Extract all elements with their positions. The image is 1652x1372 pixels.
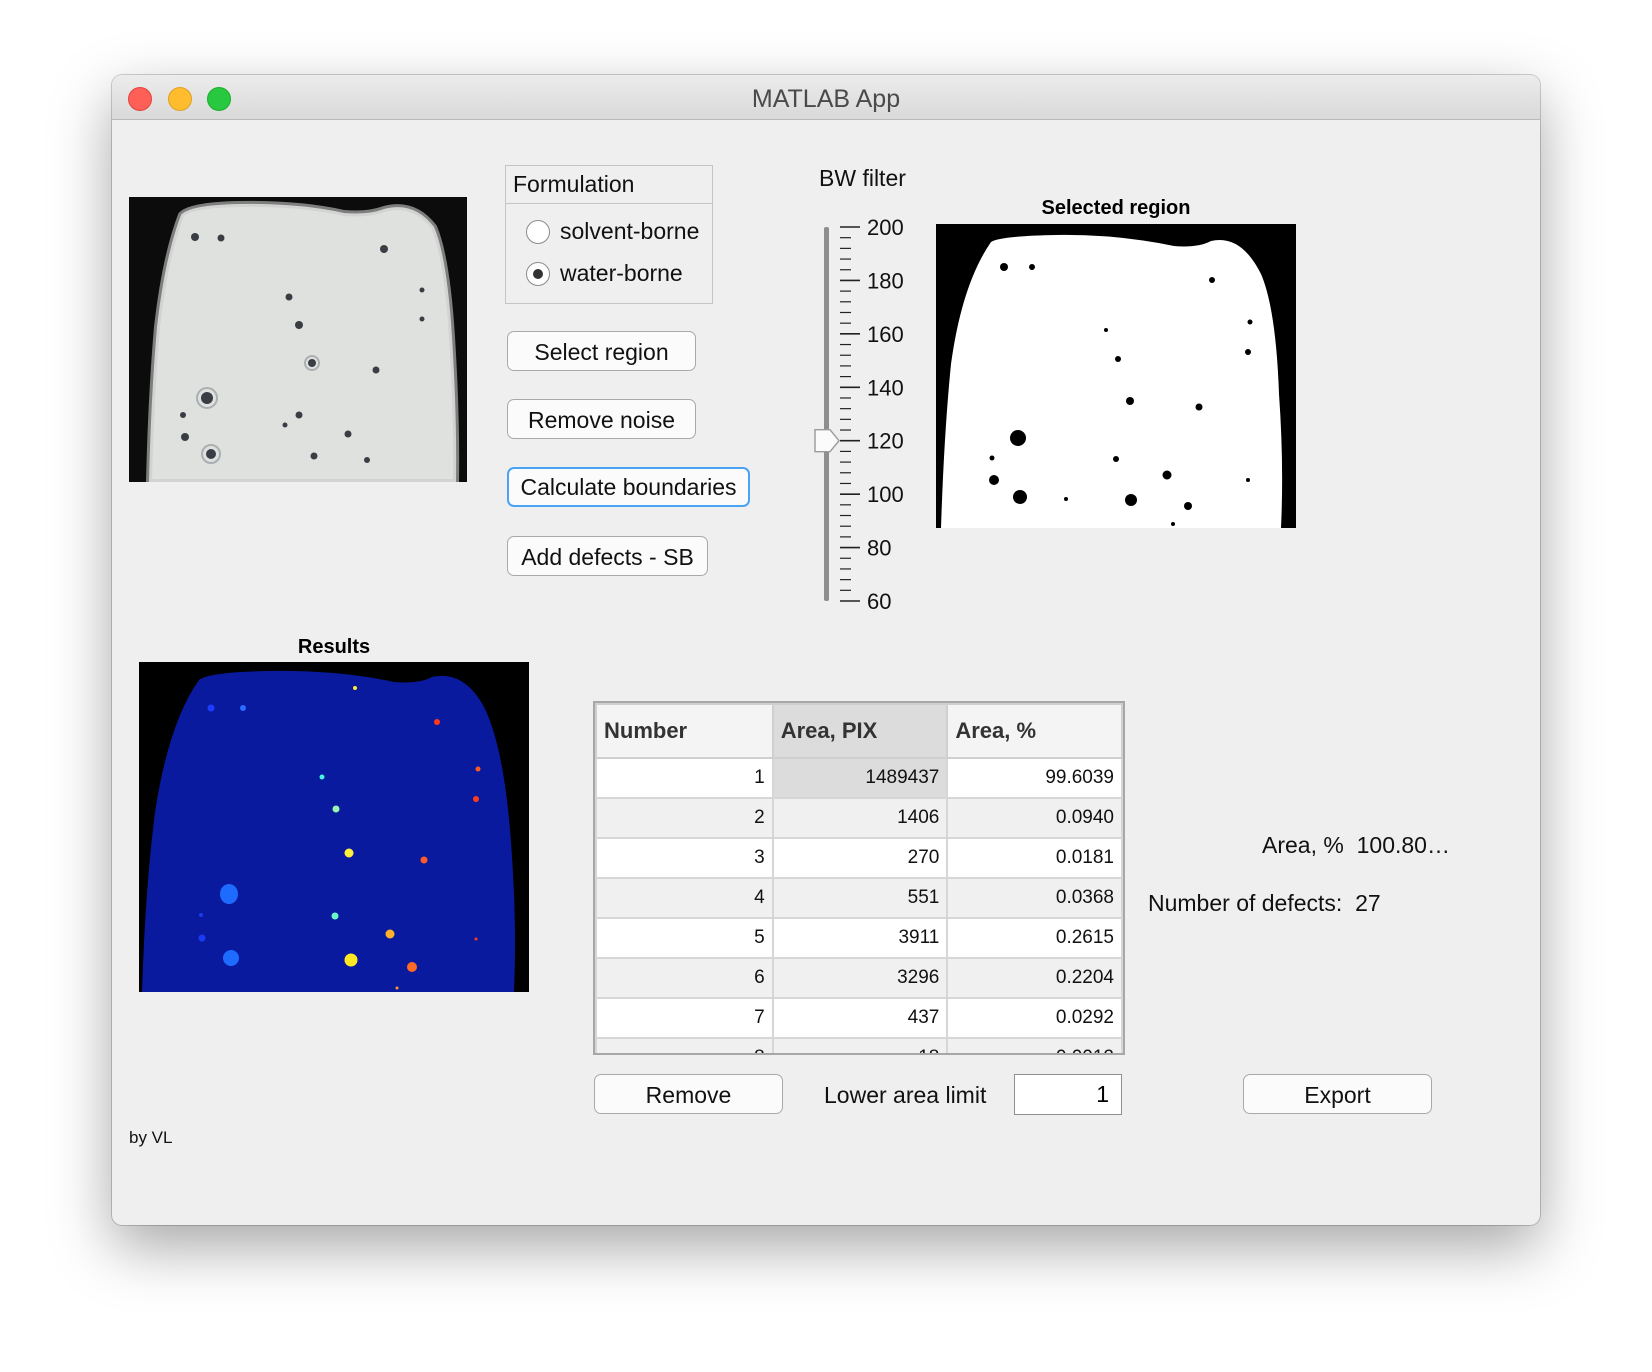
table-row[interactable]: 1 1489437 99.6039 (595, 757, 1123, 799)
lower-area-limit-label: Lower area limit (824, 1082, 987, 1108)
table-cell[interactable]: 3296 (771, 957, 949, 999)
lower-area-limit-input[interactable]: 1 (1014, 1074, 1122, 1115)
table-cell[interactable]: 0.0940 (946, 797, 1123, 839)
slider-tick-label: 120 (867, 429, 904, 454)
table-cell[interactable]: 2 (595, 797, 774, 839)
radio-solvent-borne[interactable]: solvent-borne (526, 218, 699, 245)
add-defects-button[interactable]: Add defects - SB (507, 536, 708, 576)
results-image (139, 662, 529, 992)
table-cell[interactable]: 99.6039 (946, 757, 1123, 799)
table-cell[interactable]: 1 (595, 757, 774, 799)
slider-tick-label: 140 (867, 375, 904, 400)
table-cell[interactable]: 437 (771, 997, 949, 1039)
area-summary: Area, % 100.80… (1262, 832, 1450, 859)
table-row[interactable]: 5 3911 0.2615 (595, 917, 1123, 959)
table-row[interactable]: 6 3296 0.2204 (595, 957, 1123, 999)
column-header-area-pix[interactable]: Area, PIX (771, 703, 949, 759)
formulation-title: Formulation (506, 166, 712, 204)
column-header-area-percent[interactable]: Area, % (946, 703, 1123, 759)
slider-tick-label: 180 (867, 268, 904, 293)
table-cell[interactable]: 4 (595, 877, 774, 919)
table-cell[interactable]: 3 (595, 837, 774, 879)
table-cell[interactable]: 6 (595, 957, 774, 999)
table-cell[interactable]: 18 (771, 1037, 949, 1053)
defects-summary: Number of defects: 27 (1148, 890, 1381, 917)
table-row[interactable]: 4 551 0.0368 (595, 877, 1123, 919)
slider-track[interactable] (824, 227, 829, 601)
app-window: MATLAB App Formulation solvent-borne wat… (112, 75, 1540, 1225)
table-cell[interactable]: 0.0292 (946, 997, 1123, 1039)
bw-filter-slider[interactable]: 200 180 160 140 120 100 80 60 (810, 217, 920, 617)
radio-circle-selected[interactable] (526, 261, 550, 286)
results-title: Results (297, 636, 371, 658)
title-bar: MATLAB App (112, 75, 1540, 120)
table-cell[interactable]: 7 (595, 997, 774, 1039)
window-title: MATLAB App (751, 85, 901, 113)
credit-label: by VL (129, 1128, 173, 1147)
table-cell[interactable]: 0.0012 (946, 1037, 1123, 1053)
table-cell[interactable]: 0.0368 (946, 877, 1123, 919)
export-button[interactable]: Export (1243, 1074, 1432, 1114)
defects-count-label: Number of defects: (1148, 890, 1343, 916)
radio-label: water-borne (560, 260, 683, 286)
slider-tick-label: 200 (867, 217, 904, 240)
table-cell[interactable]: 0.2204 (946, 957, 1123, 999)
radio-circle[interactable] (526, 219, 550, 244)
formulation-group: Formulation solvent-borne water-borne (505, 165, 713, 304)
slider-tick-label: 100 (867, 482, 904, 507)
slider-tick-label: 60 (867, 589, 891, 614)
selected-region-image (936, 224, 1296, 528)
bw-filter-label: BW filter (819, 165, 906, 191)
slider-tick-label: 80 (867, 536, 891, 561)
remove-button[interactable]: Remove (594, 1074, 783, 1114)
defects-table[interactable]: Number Area, PIX Area, % 1 1489437 99.6039… (593, 701, 1125, 1055)
table-row[interactable]: 3 270 0.0181 (595, 837, 1123, 879)
radio-label: solvent-borne (560, 218, 700, 244)
table-cell[interactable]: 3911 (771, 917, 949, 959)
slider-thumb[interactable] (814, 429, 840, 453)
table-cell[interactable]: 5 (595, 917, 774, 959)
table-cell[interactable]: 1489437 (771, 757, 949, 799)
table-row[interactable]: 2 1406 0.0940 (595, 797, 1123, 839)
area-summary-value: 100.80… (1356, 832, 1450, 858)
original-image (129, 197, 467, 482)
calculate-boundaries-button[interactable]: Calculate boundaries (507, 467, 750, 507)
column-header-number[interactable]: Number (595, 703, 774, 759)
selected-region-title: Selected region (1041, 197, 1191, 219)
area-summary-label: Area, % (1262, 832, 1344, 858)
table-cell[interactable]: 1406 (771, 797, 949, 839)
radio-water-borne[interactable]: water-borne (526, 260, 683, 287)
defects-count-value: 27 (1355, 890, 1381, 916)
select-region-button[interactable]: Select region (507, 331, 696, 371)
table-row[interactable]: 7 437 0.0292 (595, 997, 1123, 1039)
table-row[interactable]: 8180.0012 (595, 1037, 1123, 1053)
slider-tick-label: 160 (867, 322, 904, 347)
table-cell[interactable]: 270 (771, 837, 949, 879)
table-cell[interactable]: 551 (771, 877, 949, 919)
table-cell[interactable]: 0.2615 (946, 917, 1123, 959)
table-cell[interactable]: 0.0181 (946, 837, 1123, 879)
table-cell[interactable]: 8 (595, 1037, 774, 1053)
remove-noise-button[interactable]: Remove noise (507, 399, 696, 439)
